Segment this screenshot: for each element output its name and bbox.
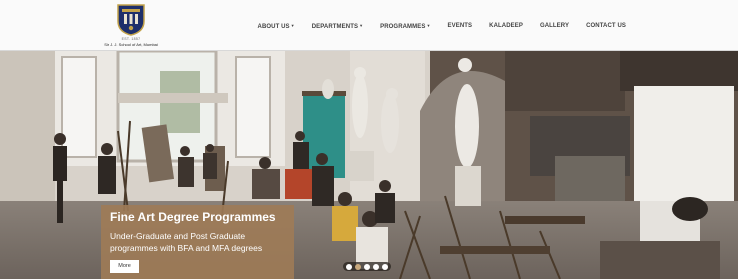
institution-name: Sir J. J. School of Art, Mumbai (104, 42, 158, 47)
hero-slider[interactable]: Fine Art Degree Programmes Under-Graduat… (0, 51, 738, 279)
nav-label: About Us (257, 23, 290, 30)
chevron-down-icon: ▼ (359, 22, 364, 28)
nav-programmes[interactable]: Programmes▼ (380, 23, 430, 30)
nav-kaladeep[interactable]: Kaladeep (489, 23, 523, 29)
school-logo[interactable]: EST. 1857 Sir J. J. School of Art, Mumba… (103, 3, 159, 47)
chevron-down-icon: ▼ (426, 22, 431, 28)
crest-icon (117, 4, 145, 36)
chevron-down-icon: ▼ (290, 22, 295, 28)
main-nav: About Us▼ Departments▼ Programmes▼ Event… (258, 20, 626, 32)
slide-title: Fine Art Degree Programmes (110, 210, 276, 224)
slider-dot-5[interactable] (382, 263, 388, 270)
slider-pagination (343, 262, 391, 271)
site-header: EST. 1857 Sir J. J. School of Art, Mumba… (0, 0, 738, 51)
more-button[interactable]: More (110, 260, 139, 273)
nav-label: Programmes (380, 23, 426, 30)
slider-dot-3[interactable] (364, 263, 370, 270)
slider-dot-1[interactable] (346, 263, 352, 270)
nav-departments[interactable]: Departments▼ (312, 23, 363, 30)
slide-caption: Fine Art Degree Programmes Under-Graduat… (101, 205, 294, 279)
nav-contact-us[interactable]: Contact Us (586, 23, 626, 29)
nav-label: Departments (311, 23, 359, 30)
nav-gallery[interactable]: Gallery (540, 23, 569, 29)
slide-description: Under-Graduate and Post Graduate program… (110, 231, 263, 253)
logo-year: EST. 1857 (121, 37, 141, 41)
slider-dot-2[interactable] (355, 263, 361, 270)
slider-dot-4[interactable] (373, 263, 379, 270)
nav-events[interactable]: Events (448, 23, 473, 29)
nav-about-us[interactable]: About Us▼ (258, 23, 295, 30)
